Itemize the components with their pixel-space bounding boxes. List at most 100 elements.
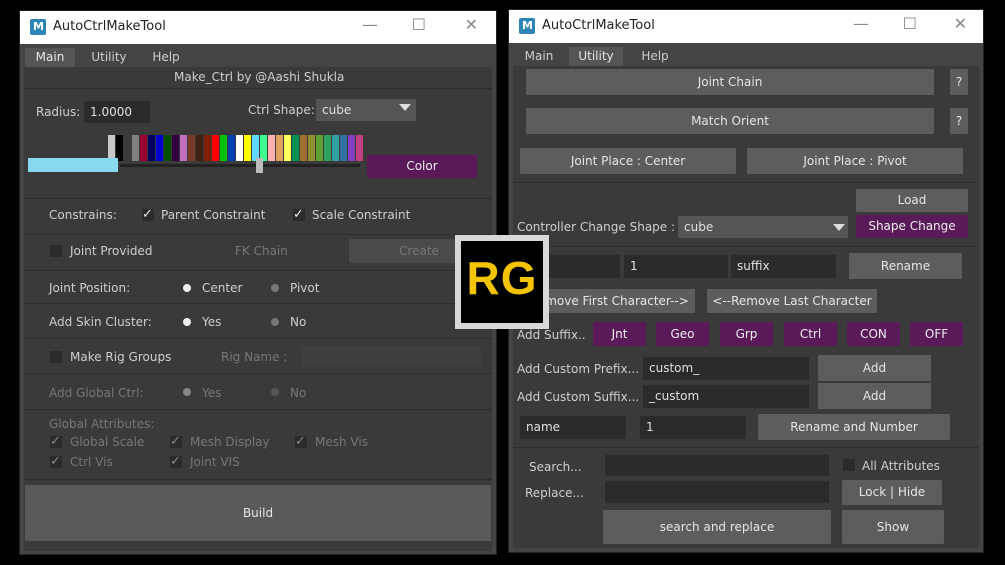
color-swatch[interactable]: [180, 135, 187, 161]
color-swatch[interactable]: [308, 135, 315, 161]
constrains-label: Constrains:: [49, 208, 117, 222]
color-swatch[interactable]: [276, 135, 283, 161]
shape-dropdown[interactable]: cube: [678, 216, 848, 238]
skin-no-radio[interactable]: [271, 318, 279, 326]
maximize-icon[interactable]: ☐: [412, 15, 426, 34]
fk-chain-checkbox[interactable]: [216, 245, 228, 257]
search-and-replace-button[interactable]: search and replace: [603, 510, 831, 544]
custom-prefix-field[interactable]: custom_: [643, 357, 809, 380]
add-prefix-button[interactable]: Add: [818, 355, 931, 381]
color-swatch[interactable]: [236, 135, 243, 161]
joint-chain-button[interactable]: Joint Chain: [526, 69, 934, 95]
joint-chain-help-button[interactable]: ?: [950, 69, 968, 95]
suffix-field[interactable]: suffix: [731, 255, 836, 278]
load-button[interactable]: Load: [856, 189, 968, 212]
global-yes-radio[interactable]: [183, 388, 191, 396]
minimize-icon[interactable]: —: [853, 14, 869, 33]
color-swatch[interactable]: [140, 135, 147, 161]
color-swatch[interactable]: [164, 135, 171, 161]
remove-last-character-button[interactable]: <--Remove Last Character: [707, 289, 877, 313]
remove-first-character-button[interactable]: move First Character-->: [539, 289, 695, 313]
chevron-down-icon[interactable]: [399, 104, 411, 111]
color-swatch[interactable]: [316, 135, 323, 161]
color-swatch[interactable]: [124, 135, 131, 161]
suffix-geo-button[interactable]: Geo: [656, 322, 709, 346]
shape-change-button[interactable]: Shape Change: [856, 215, 968, 238]
joint-vis-checkbox[interactable]: [170, 454, 182, 469]
pivot-radio[interactable]: [271, 284, 279, 292]
lock-hide-button[interactable]: Lock | Hide: [842, 480, 942, 505]
color-swatch[interactable]: [268, 135, 275, 161]
suffix-grp-button[interactable]: Grp: [720, 322, 773, 346]
color-swatch[interactable]: [148, 135, 155, 161]
mesh-display-checkbox[interactable]: [170, 434, 182, 449]
mesh-vis-checkbox[interactable]: [295, 434, 307, 449]
suffix-ctrl-button[interactable]: Ctrl: [784, 322, 837, 346]
rig-name-field[interactable]: [301, 346, 481, 367]
right-tab-bar: Main Utility Help: [509, 44, 983, 69]
color-swatch[interactable]: [332, 135, 339, 161]
radius-label: Radius:: [36, 105, 81, 119]
color-swatch[interactable]: [132, 135, 139, 161]
divider: [24, 198, 492, 199]
window-title: AutoCtrlMakeTool: [53, 19, 166, 34]
match-orient-button[interactable]: Match Orient: [526, 108, 934, 134]
minimize-icon[interactable]: —: [362, 15, 378, 34]
color-swatch[interactable]: [340, 135, 347, 161]
global-scale-checkbox[interactable]: [50, 434, 62, 449]
skin-yes-radio[interactable]: [183, 318, 191, 326]
color-swatch[interactable]: [188, 135, 195, 161]
show-button[interactable]: Show: [842, 510, 944, 544]
ctrl-vis-checkbox[interactable]: [50, 454, 62, 469]
color-swatch[interactable]: [156, 135, 163, 161]
center-radio[interactable]: [183, 284, 191, 292]
custom-suffix-field[interactable]: _custom: [643, 385, 809, 408]
color-swatch[interactable]: [204, 135, 211, 161]
search-field[interactable]: [605, 455, 829, 476]
rename-and-number-button[interactable]: Rename and Number: [758, 414, 950, 440]
color-swatch[interactable]: [356, 135, 363, 161]
number-field[interactable]: 1: [624, 255, 728, 278]
color-button[interactable]: Color: [367, 155, 477, 178]
suffix-off-button[interactable]: OFF: [910, 322, 963, 346]
joint-place-pivot-button[interactable]: Joint Place : Pivot: [747, 148, 963, 174]
divider: [24, 88, 492, 89]
suffix-con-button[interactable]: CON: [847, 322, 900, 346]
color-swatch[interactable]: [172, 135, 179, 161]
pivot-label: Pivot: [290, 281, 320, 295]
build-button[interactable]: Build: [25, 485, 491, 541]
color-swatch[interactable]: [244, 135, 251, 161]
scale-constraint-checkbox[interactable]: [293, 207, 305, 222]
add-suffix-button[interactable]: Add: [818, 383, 931, 409]
all-attributes-checkbox[interactable]: [843, 459, 855, 471]
color-swatch[interactable]: [292, 135, 299, 161]
right-titlebar: AutoCtrlMakeTool — ☐ ✕: [509, 10, 983, 43]
color-swatch[interactable]: [300, 135, 307, 161]
suffix-jnt-button[interactable]: Jnt: [593, 322, 646, 346]
name-number-field[interactable]: 1: [640, 416, 746, 439]
replace-field[interactable]: [605, 481, 829, 503]
rename-button[interactable]: Rename: [849, 253, 962, 279]
make-rig-groups-checkbox[interactable]: [50, 351, 62, 363]
color-swatch[interactable]: [228, 135, 235, 161]
maximize-icon[interactable]: ☐: [903, 14, 917, 33]
close-icon[interactable]: ✕: [954, 14, 967, 33]
parent-constraint-checkbox[interactable]: [142, 207, 154, 222]
color-swatch[interactable]: [220, 135, 227, 161]
joint-provided-checkbox[interactable]: [50, 245, 62, 257]
match-orient-help-button[interactable]: ?: [950, 108, 968, 134]
chevron-down-icon[interactable]: [833, 224, 845, 231]
color-swatch[interactable]: [196, 135, 203, 161]
color-slider-handle[interactable]: [256, 158, 263, 173]
close-icon[interactable]: ✕: [465, 15, 478, 34]
parent-constraint-label: Parent Constraint: [161, 208, 266, 222]
global-no-radio[interactable]: [271, 388, 279, 396]
color-slider-track[interactable]: [120, 164, 360, 167]
color-swatch[interactable]: [284, 135, 291, 161]
color-swatch[interactable]: [324, 135, 331, 161]
joint-place-center-button[interactable]: Joint Place : Center: [520, 148, 736, 174]
color-swatch[interactable]: [348, 135, 355, 161]
color-swatch[interactable]: [212, 135, 219, 161]
name-field[interactable]: name: [520, 416, 626, 439]
radius-field[interactable]: 1.0000: [84, 101, 150, 123]
